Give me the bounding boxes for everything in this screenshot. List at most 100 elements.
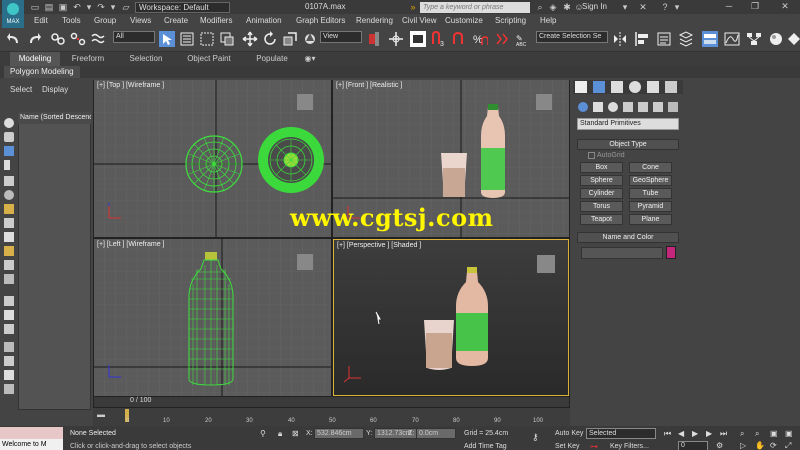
pivot-center-icon[interactable]	[366, 31, 382, 47]
polygon-modeling-label[interactable]: Polygon Modeling	[4, 66, 80, 78]
display-spacewarps-icon[interactable]	[4, 190, 14, 200]
field-of-view-icon[interactable]: ▷	[740, 441, 746, 450]
app-logo[interactable]: MAX	[2, 0, 24, 28]
new-file-icon[interactable]: ▭	[30, 2, 40, 12]
display-tab-icon[interactable]	[647, 81, 659, 93]
menu-group[interactable]: Group	[94, 16, 116, 25]
select-object-icon[interactable]	[159, 31, 175, 47]
display-helpers-icon[interactable]	[4, 176, 14, 186]
zoom-extents-all-icon[interactable]: ▣	[785, 429, 793, 438]
viewport-front-label[interactable]: [+] [Front ] [Realistic ]	[336, 82, 402, 89]
minimize-icon[interactable]: ─	[720, 1, 738, 13]
display-xrefs-icon[interactable]	[4, 218, 14, 228]
motion-tab-icon[interactable]	[629, 81, 641, 93]
add-time-tag[interactable]: Add Time Tag	[464, 443, 507, 450]
help-dropdown-icon[interactable]: ▾	[672, 2, 682, 12]
zoom-extents-icon[interactable]: ▣	[770, 429, 778, 438]
project-folder-icon[interactable]: ▱	[121, 2, 131, 12]
display-frozen-icon[interactable]	[4, 260, 14, 270]
tube-button[interactable]: Tube	[629, 188, 672, 199]
open-mini-curve-editor-icon[interactable]: ▬	[97, 410, 105, 419]
display-containers-icon[interactable]	[4, 246, 14, 256]
display-groups-icon[interactable]	[4, 204, 14, 214]
rotate-icon[interactable]	[262, 31, 278, 47]
help-icon[interactable]: ?	[660, 2, 670, 12]
find-icon[interactable]	[4, 370, 14, 380]
menu-modifiers[interactable]: Modifiers	[200, 16, 232, 25]
toggle-ribbon-icon[interactable]	[702, 31, 718, 47]
scene-explorer-column-header[interactable]: Name (Sorted Descending)	[18, 112, 91, 124]
go-to-start-icon[interactable]: ⏮	[664, 429, 671, 439]
tab-object-paint[interactable]: Object Paint	[180, 52, 238, 66]
help-exchange-icon[interactable]: ✕	[638, 2, 648, 12]
lights-category-icon[interactable]	[608, 102, 618, 112]
z-coordinate-field[interactable]: 0.0cm	[416, 428, 456, 439]
curve-editor-icon[interactable]	[724, 31, 740, 47]
viewport-top-label[interactable]: [+] [Top ] [Wireframe ]	[97, 82, 164, 89]
unlink-icon[interactable]	[70, 31, 86, 47]
undo-icon[interactable]: ↶	[72, 2, 82, 12]
snaps-toggle-icon[interactable]: 3	[430, 31, 446, 47]
workspace-dropdown[interactable]: Workspace: Default	[135, 2, 230, 13]
keyboard-shortcut-icon[interactable]	[410, 31, 426, 47]
cart-icon[interactable]: ✱	[562, 2, 572, 12]
tab-modeling[interactable]: Modeling	[10, 52, 60, 66]
cone-button[interactable]: Cone	[629, 162, 672, 173]
time-slider[interactable]	[93, 396, 570, 408]
scale-icon[interactable]	[282, 31, 298, 47]
sync-selection-icon[interactable]	[4, 356, 14, 366]
cylinder-button[interactable]: Cylinder	[580, 188, 623, 199]
display-shapes-icon[interactable]	[4, 132, 14, 142]
spinner-snap-icon[interactable]	[493, 31, 509, 47]
scene-explorer-list[interactable]	[18, 112, 91, 410]
pyramid-button[interactable]: Pyramid	[629, 201, 672, 212]
modify-tab-icon[interactable]	[593, 81, 605, 93]
move-icon[interactable]	[242, 31, 258, 47]
autogrid-checkbox[interactable]	[588, 152, 595, 159]
edit-named-selection-icon[interactable]: ✎ABC	[514, 31, 530, 47]
tab-selection[interactable]: Selection	[118, 52, 174, 66]
redo-dropdown-icon[interactable]: ▾	[108, 2, 118, 12]
place-icon[interactable]	[302, 31, 318, 47]
key-filters-button[interactable]: Key Filters...	[610, 443, 649, 450]
signin-dropdown-icon[interactable]: ▾	[620, 2, 630, 12]
search-input[interactable]: Type a keyword or phrase	[420, 2, 530, 13]
angle-snap-icon[interactable]	[451, 31, 467, 47]
explorer-options-icon[interactable]	[4, 384, 14, 394]
maxscript-listener-input[interactable]	[0, 427, 63, 439]
geosphere-button[interactable]: GeoSphere	[629, 175, 672, 186]
toggle-scene-explorer-icon[interactable]	[656, 31, 672, 47]
display-hidden-icon[interactable]	[4, 274, 14, 284]
primitive-type-dropdown[interactable]: Standard Primitives	[577, 118, 679, 130]
shapes-category-icon[interactable]	[593, 102, 603, 112]
open-file-icon[interactable]: ▤	[44, 2, 54, 12]
tab-populate[interactable]: Populate	[244, 52, 300, 66]
selection-filter-dropdown[interactable]: All	[113, 31, 155, 43]
menu-graph-editors[interactable]: Graph Editors	[296, 16, 345, 25]
menu-help[interactable]: Help	[540, 16, 556, 25]
material-editor-icon[interactable]	[768, 31, 784, 47]
ribbon-options-icon[interactable]: ◉▾	[300, 52, 320, 66]
key-icon[interactable]: ⚷	[532, 432, 539, 443]
menu-create[interactable]: Create	[164, 16, 188, 25]
maximize-viewport-icon[interactable]: ⤢	[785, 441, 791, 450]
display-none-icon[interactable]	[4, 310, 14, 320]
menu-edit[interactable]: Edit	[34, 16, 48, 25]
viewport-perspective[interactable]: [+] [Perspective ] [Shaded ]	[333, 239, 569, 396]
set-keys-icon[interactable]: ⊶	[590, 442, 598, 450]
time-configuration-icon[interactable]: ⚙	[716, 441, 723, 450]
save-file-icon[interactable]: ▣	[58, 2, 68, 12]
menu-civil-view[interactable]: Civil View	[402, 16, 437, 25]
name-and-color-rollout[interactable]: Name and Color	[577, 232, 679, 243]
teapot-button[interactable]: Teapot	[580, 214, 623, 225]
tab-freeform[interactable]: Freeform	[62, 52, 114, 66]
selection-lock-icon[interactable]: 🔒︎	[278, 429, 282, 439]
pan-icon[interactable]: ✋	[755, 441, 765, 450]
object-name-field[interactable]	[581, 247, 663, 259]
current-frame-field[interactable]: 0	[678, 441, 708, 450]
scene-explorer-select-menu[interactable]: Select	[10, 85, 32, 94]
scene-explorer-display-menu[interactable]: Display	[42, 85, 68, 94]
schematic-view-icon[interactable]	[746, 31, 762, 47]
box-button[interactable]: Box	[580, 162, 623, 173]
next-frame-icon[interactable]: ▶	[706, 429, 712, 438]
